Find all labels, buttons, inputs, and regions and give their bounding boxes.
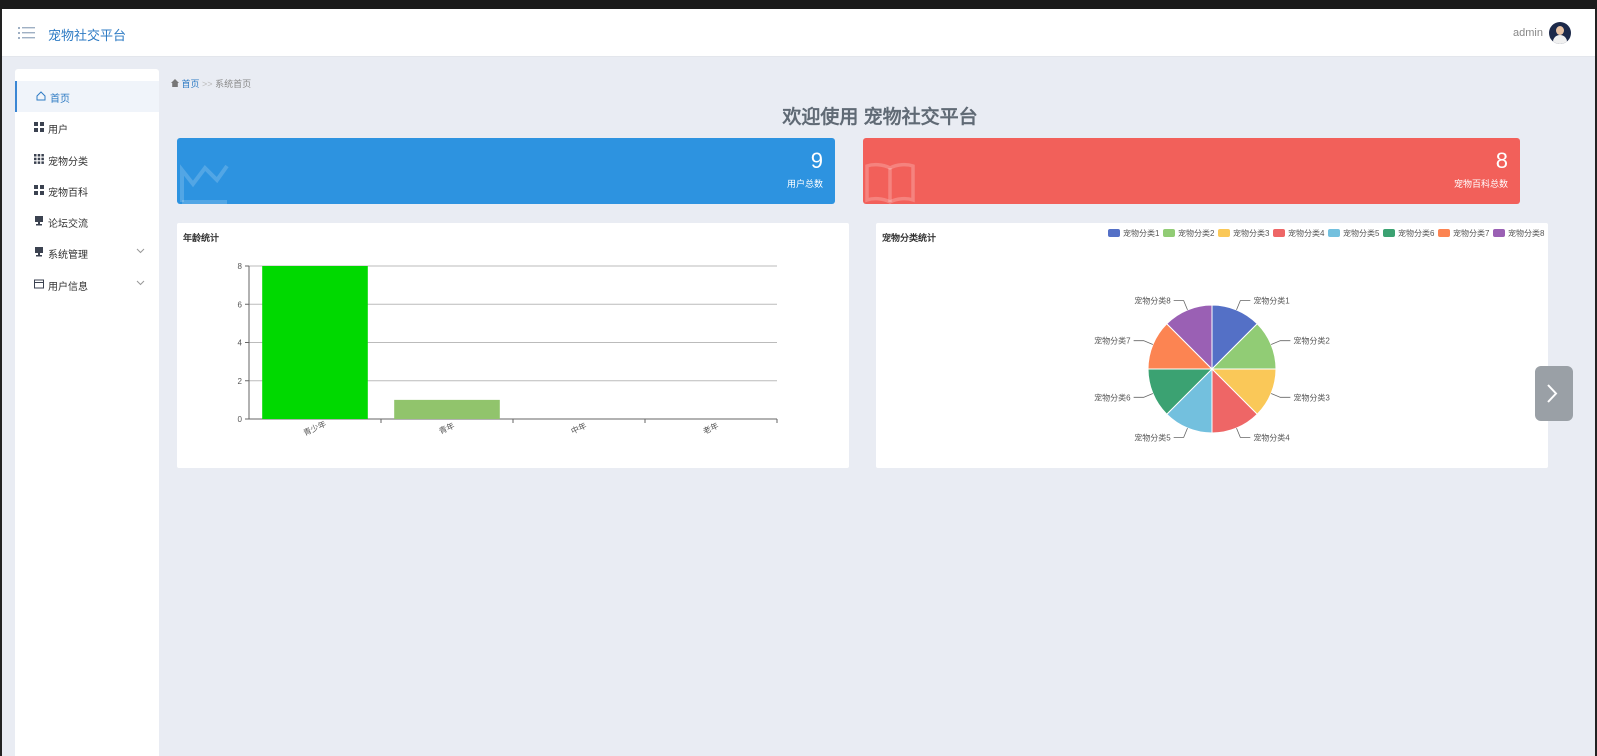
avatar[interactable]	[1549, 22, 1571, 44]
legend-swatch	[1493, 229, 1505, 237]
legend-label: 宠物分类5	[1343, 228, 1380, 238]
sidebar-item-label: 用户信息	[48, 282, 88, 293]
sidebar-item-label: 首页	[50, 94, 70, 105]
sidebar-item-label: 系统管理	[48, 250, 88, 261]
pet-category-pie-chart: 宠物分类1 宠物分类2 宠物分类3 宠物分类4 宠物分类5 宠物分类6 宠物分类7 宠物分类8…	[1094, 228, 1545, 442]
age-bar-chart: 0 2 4 6 8 青少年 青年 中年 老年	[238, 262, 778, 438]
legend-label: 宠物分类1	[1123, 228, 1160, 238]
legend-swatch	[1383, 229, 1395, 237]
legend-swatch	[1438, 229, 1450, 237]
sidebar-item-label: 论坛交流	[48, 219, 88, 230]
legend-swatch	[1328, 229, 1340, 237]
pie-label-line	[1173, 427, 1188, 438]
monitor-icon	[35, 216, 43, 226]
side-panel-toggle-button[interactable]	[1535, 366, 1573, 421]
top-header: 宠物社交平台 admin	[2, 9, 1595, 57]
encyclopedia-total-label: 宠物百科总数	[1453, 179, 1508, 189]
sidebar-item-home[interactable]: 首页	[15, 81, 159, 112]
card-icon	[34, 279, 44, 289]
window-top-bar	[0, 0, 1597, 9]
sidebar-item-pet-category[interactable]: 宠物分类	[15, 144, 159, 175]
encyclopedia-total-value: 8	[1495, 148, 1508, 173]
breadcrumb-home-link[interactable]: 首页	[182, 79, 200, 89]
sidebar-item-forum[interactable]: 论坛交流	[15, 206, 159, 237]
pie-label: 宠物分类3	[1293, 392, 1330, 402]
apps-icon	[34, 154, 44, 164]
x-tick-label: 青少年	[302, 418, 328, 437]
monitor-icon	[35, 247, 43, 257]
legend-swatch	[1273, 229, 1285, 237]
user-total-card: 9 用户总数	[177, 138, 835, 204]
bar-青年	[394, 399, 500, 419]
menu-toggle-icon[interactable]	[18, 25, 36, 41]
chart-trend-icon	[180, 164, 229, 204]
legend-label: 宠物分类6	[1398, 228, 1435, 238]
sidebar-item-label: 宠物分类	[48, 157, 88, 168]
pie-label: 宠物分类6	[1094, 392, 1131, 402]
user-total-label: 用户总数	[786, 179, 823, 189]
y-tick-label: 0	[238, 415, 243, 424]
x-tick-label: 青年	[437, 420, 456, 436]
pie-label: 宠物分类5	[1134, 432, 1171, 442]
app-title: 宠物社交平台	[48, 28, 127, 43]
legend-label: 宠物分类8	[1508, 228, 1545, 238]
x-tick-label: 老年	[701, 420, 720, 436]
breadcrumb-separator: >>	[202, 79, 213, 89]
encyclopedia-total-card: 8 宠物百科总数	[863, 138, 1520, 204]
user-name[interactable]: admin	[1513, 27, 1543, 39]
pie-label-line	[1236, 300, 1251, 311]
user-total-value: 9	[810, 148, 823, 173]
pet-category-chart-panel: 宠物分类统计 宠物分类1 宠物分类2 宠物分类3 宠物分类4 宠物分类5 宠物分类6 宠物分…	[876, 223, 1548, 468]
chevron-down-icon	[136, 248, 145, 254]
bar-青少年	[262, 266, 368, 419]
pie-label: 宠物分类7	[1094, 336, 1131, 346]
x-tick-label: 中年	[569, 420, 588, 436]
y-tick-label: 6	[238, 300, 243, 309]
y-tick-label: 4	[238, 339, 243, 348]
pie-label-line	[1133, 393, 1154, 398]
legend-swatch	[1108, 229, 1120, 237]
chevron-down-icon	[136, 280, 145, 286]
legend-swatch	[1218, 229, 1230, 237]
pie-label: 宠物分类8	[1134, 296, 1171, 306]
pie-label-line	[1236, 427, 1251, 438]
window-left-edge	[0, 9, 2, 756]
page-title: 欢迎使用 宠物社交平台	[782, 107, 978, 128]
pie-label: 宠物分类2	[1293, 336, 1330, 346]
y-tick-label: 2	[238, 377, 243, 386]
sidebar: 首页 用户 宠物分类 宠物百科 论坛交流 系统管理 用户信息	[15, 69, 159, 756]
legend-label: 宠物分类7	[1453, 228, 1490, 238]
y-tick-label: 8	[238, 262, 243, 271]
grid-icon	[34, 122, 44, 132]
grid-icon	[34, 185, 44, 195]
pie-label-line	[1270, 393, 1291, 398]
sidebar-item-system-management[interactable]: 系统管理	[15, 237, 159, 268]
sidebar-item-label: 宠物百科	[48, 188, 88, 199]
book-icon	[865, 162, 915, 204]
home-icon	[171, 79, 179, 87]
sidebar-item-pet-encyclopedia[interactable]: 宠物百科	[15, 175, 159, 206]
pie-label-line	[1133, 340, 1154, 345]
legend-swatch	[1163, 229, 1175, 237]
sidebar-item-users[interactable]: 用户	[15, 112, 159, 143]
breadcrumb: 首页 >> 系统首页	[171, 77, 251, 90]
pie-label: 宠物分类4	[1253, 432, 1290, 442]
pie-label: 宠物分类1	[1253, 296, 1290, 306]
legend-label: 宠物分类3	[1233, 228, 1270, 238]
legend-label: 宠物分类4	[1288, 228, 1325, 238]
age-chart-panel: 年龄统计 0 2 4 6 8 青少年 青年 中年 老年	[177, 223, 849, 468]
pie-label-line	[1173, 300, 1188, 311]
chevron-right-icon	[1547, 384, 1558, 403]
sidebar-item-label: 用户	[48, 125, 68, 136]
pie-label-line	[1270, 340, 1291, 345]
breadcrumb-current: 系统首页	[215, 79, 252, 89]
legend-label: 宠物分类2	[1178, 228, 1215, 238]
sidebar-item-user-info[interactable]: 用户信息	[15, 269, 159, 300]
home-icon	[36, 91, 46, 101]
